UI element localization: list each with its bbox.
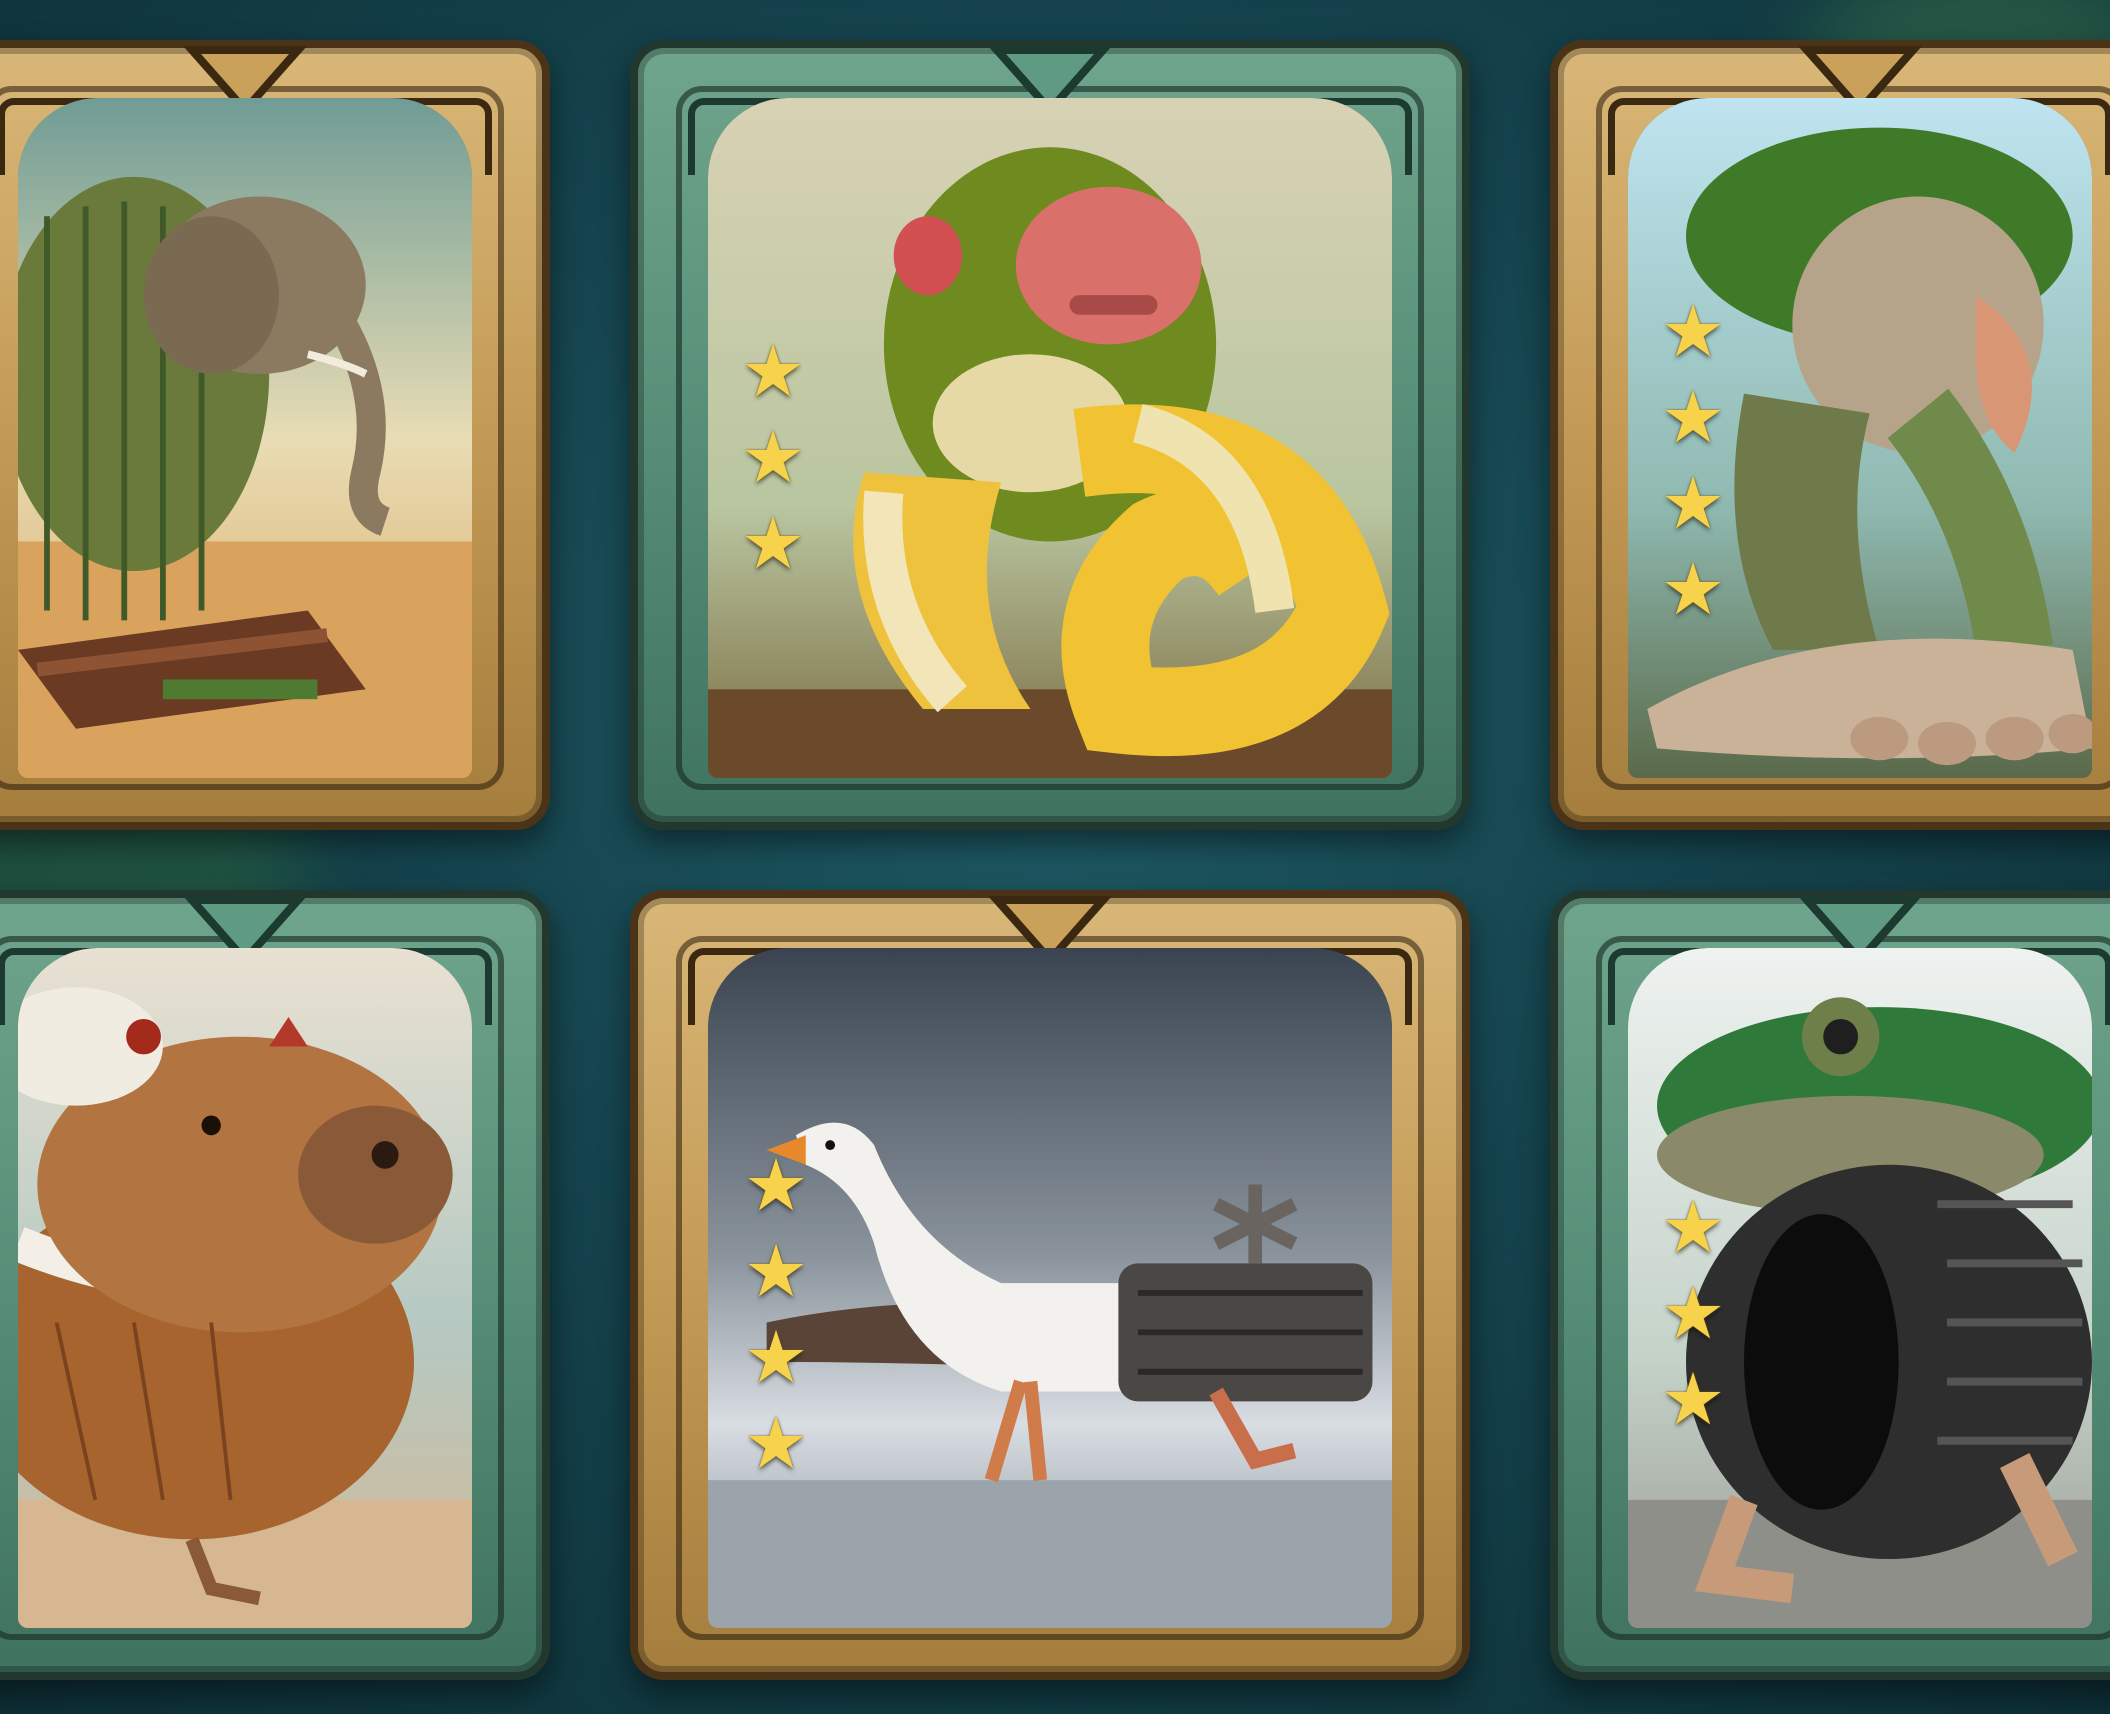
star-icon: ★	[1660, 547, 1726, 631]
card-frog-tire[interactable]	[1550, 890, 2110, 1680]
star-rating-frog: ★ ★ ★	[1655, 1185, 1731, 1441]
star-icon: ★	[1660, 375, 1726, 459]
capybara-illustration	[18, 948, 472, 1628]
star-icon: ★	[1660, 1357, 1726, 1441]
star-icon: ★	[1660, 461, 1726, 545]
star-icon: ★	[743, 1143, 809, 1227]
card-grid: ★ ★ ★ ★ ★ ★ ★ ★ ★ ★ ★ ★ ★ ★	[0, 0, 2110, 1714]
card-art-elephant	[18, 98, 472, 778]
star-icon: ★	[740, 415, 806, 499]
star-rating-monkey: ★ ★ ★	[735, 329, 811, 585]
star-icon: ★	[1660, 1271, 1726, 1355]
card-capybara-coconut[interactable]	[0, 890, 550, 1680]
star-icon: ★	[1660, 289, 1726, 373]
star-rating-goose: ★ ★ ★ ★	[738, 1143, 814, 1485]
star-icon: ★	[743, 1401, 809, 1485]
card-elephant-cactus-sandal[interactable]	[0, 40, 550, 830]
card-proboscis-tree-foot[interactable]	[1550, 40, 2110, 830]
star-icon: ★	[743, 1229, 809, 1313]
elephant-illustration	[18, 98, 472, 778]
star-icon: ★	[740, 501, 806, 585]
card-art-capybara	[18, 948, 472, 1628]
star-icon: ★	[743, 1315, 809, 1399]
star-icon: ★	[740, 329, 806, 413]
star-icon: ★	[1660, 1185, 1726, 1269]
star-rating-proboscis: ★ ★ ★ ★	[1655, 289, 1731, 631]
